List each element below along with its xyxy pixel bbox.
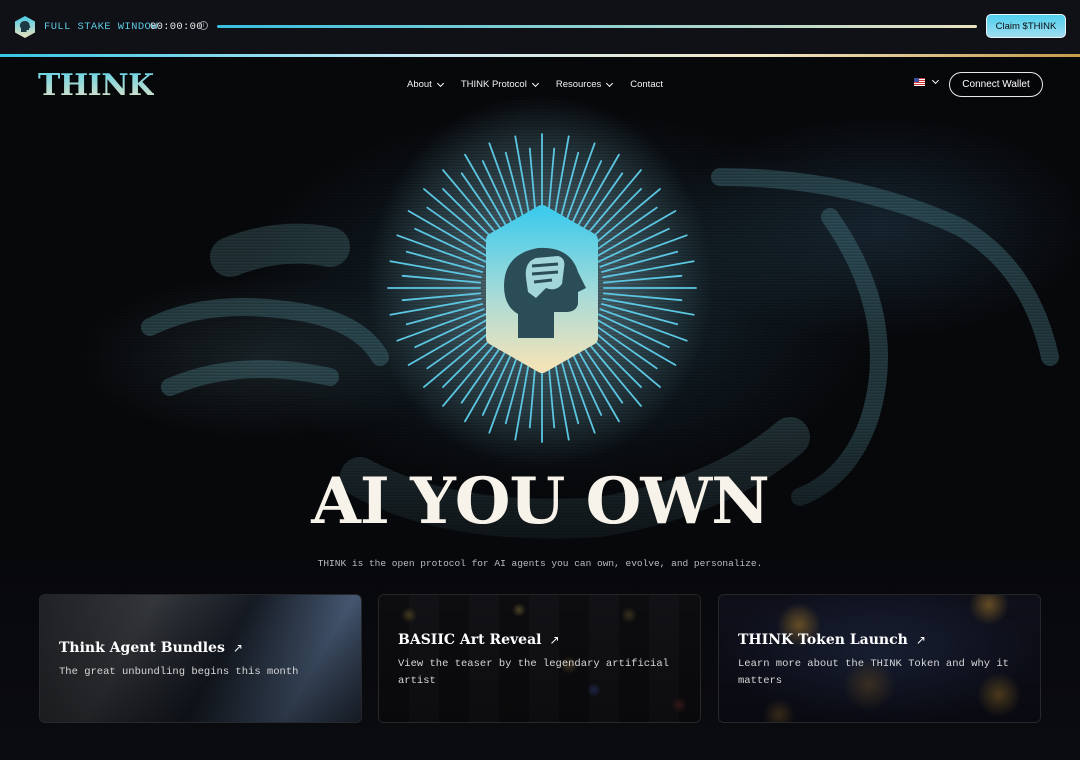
- nav-item-label: About: [407, 79, 432, 90]
- sunburst-ray: [602, 260, 695, 279]
- card-think-agent-bundles[interactable]: Think Agent Bundles ↗ The great unbundli…: [39, 594, 362, 723]
- card-title-text: BASIIC Art Reveal: [398, 632, 542, 648]
- sunburst-ray: [426, 206, 493, 254]
- hero-headline: AI YOU OWN: [311, 464, 770, 539]
- sunburst-ray: [401, 274, 482, 284]
- card-basiic-art-reveal[interactable]: BASIIC Art Reveal ↗ View the teaser by t…: [378, 594, 701, 723]
- stake-window-label: FULL STAKE WINDOW: [44, 21, 158, 33]
- arrow-up-right-icon: ↗: [232, 641, 243, 655]
- card-description: Learn more about the THINK Token and why…: [738, 658, 1009, 687]
- sunburst-ray: [591, 206, 658, 254]
- card-title: THINK Token Launch ↗: [738, 632, 926, 648]
- sunburst-ray: [460, 172, 508, 239]
- us-flag-icon: [914, 78, 925, 86]
- arrow-up-right-icon: ↗: [915, 633, 926, 647]
- sunburst-ray: [389, 297, 482, 316]
- sunburst-ray: [401, 292, 482, 302]
- card-title-text: Think Agent Bundles: [59, 640, 225, 656]
- card-title-text: THINK Token Launch: [738, 632, 908, 648]
- sunburst-ray: [389, 260, 482, 279]
- arrow-up-right-icon: ↗: [549, 633, 560, 647]
- fist-head-hexagon-icon: [387, 133, 697, 443]
- chevron-down-icon: [531, 79, 539, 87]
- nav-item-contact[interactable]: Contact: [630, 79, 663, 90]
- card-title: BASIIC Art Reveal ↗: [398, 632, 560, 648]
- nav-item-label: Contact: [630, 79, 663, 90]
- sunburst-ray: [591, 322, 658, 370]
- card-overlay: [40, 595, 361, 722]
- sunburst-ray: [602, 297, 695, 316]
- card-title: Think Agent Bundles ↗: [59, 640, 243, 656]
- chevron-down-icon: [606, 79, 614, 87]
- sunburst-ray: [602, 292, 683, 302]
- brand-logo[interactable]: THINK: [38, 68, 154, 103]
- think-logo-icon[interactable]: [14, 15, 36, 39]
- hero-subheadline: THINK is the open protocol for AI agents…: [317, 558, 763, 569]
- card-description: View the teaser by the legendary artific…: [398, 658, 669, 687]
- stake-progress-fill: [217, 25, 977, 28]
- chevron-down-icon: [931, 76, 940, 85]
- sunburst-ray: [576, 172, 624, 239]
- card-description: The great unbundling begins this month: [59, 666, 299, 678]
- sunburst-ray: [602, 274, 683, 284]
- sunburst-ray: [426, 322, 493, 370]
- connect-wallet-button[interactable]: Connect Wallet: [949, 72, 1043, 97]
- stake-bar: FULL STAKE WINDOW 00:00:00 i Claim $THIN…: [0, 0, 1080, 54]
- language-selector[interactable]: [914, 76, 940, 86]
- nav-item-label: Resources: [555, 79, 602, 90]
- stake-timer: 00:00:00: [150, 21, 203, 33]
- stake-progress-bar: [217, 25, 977, 28]
- nav-item-about[interactable]: About: [407, 79, 444, 90]
- info-icon[interactable]: i: [199, 21, 208, 30]
- nav-item-label: THINK Protocol: [460, 79, 527, 90]
- nav-item-resources[interactable]: Resources: [555, 79, 614, 90]
- card-think-token-launch[interactable]: THINK Token Launch ↗ Learn more about th…: [718, 594, 1041, 723]
- nav-item-think-protocol[interactable]: THINK Protocol: [460, 79, 539, 90]
- main-nav: About THINK Protocol Resources Contact: [407, 79, 663, 90]
- claim-think-button[interactable]: Claim $THINK: [986, 14, 1066, 38]
- chevron-down-icon: [436, 79, 444, 87]
